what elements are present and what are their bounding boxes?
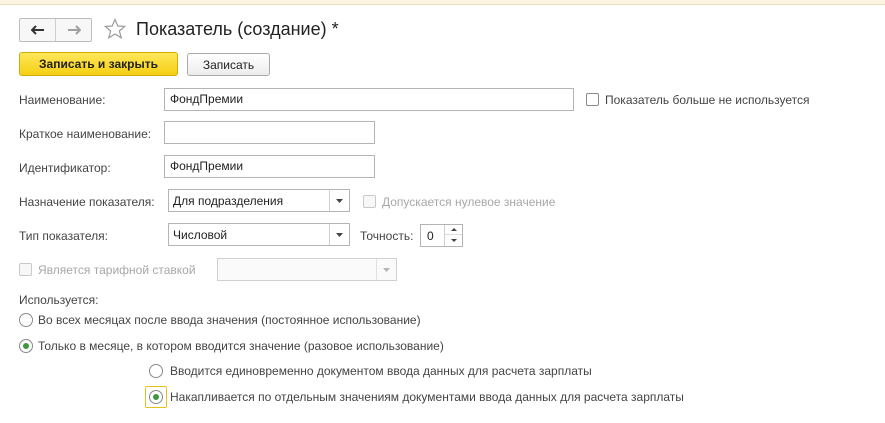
- purpose-dropdown-button[interactable]: [329, 190, 349, 211]
- tariff-dropdown-button[interactable]: [376, 259, 396, 280]
- precision-value: 0: [427, 229, 434, 243]
- precision-spinner[interactable]: 0: [420, 224, 463, 247]
- usage-permanent-radio[interactable]: [19, 313, 33, 327]
- save-close-button[interactable]: Записать и закрыть: [19, 52, 178, 76]
- identifier-field[interactable]: ФондПремии: [164, 155, 375, 178]
- sub-usage-accumulated-radio[interactable]: [149, 390, 163, 404]
- chevron-down-icon: [336, 198, 343, 203]
- type-dropdown-button[interactable]: [329, 224, 349, 245]
- chevron-down-icon: [336, 232, 343, 237]
- favorite-button[interactable]: [103, 17, 127, 43]
- purpose-value: Для подразделения: [173, 194, 284, 208]
- window-top-strip: [0, 0, 885, 5]
- usage-title: Используется:: [19, 293, 99, 307]
- purpose-select[interactable]: Для подразделения: [168, 189, 350, 212]
- save-button[interactable]: Записать: [187, 53, 270, 76]
- type-select[interactable]: Числовой: [168, 223, 350, 246]
- star-outline-icon: [103, 17, 127, 40]
- chevron-down-icon: [383, 267, 390, 272]
- tariff-checkbox[interactable]: [19, 263, 32, 276]
- forward-button[interactable]: [55, 19, 91, 41]
- spin-control: [444, 225, 462, 246]
- purpose-label: Назначение показателя:: [19, 195, 155, 209]
- precision-label: Точность:: [360, 229, 414, 243]
- radio-selected-dot: [153, 394, 159, 400]
- spin-down-icon: [450, 238, 457, 242]
- arrow-left-icon: [30, 25, 44, 35]
- type-value: Числовой: [173, 228, 228, 242]
- not-used-label: Показатель больше не используется: [605, 93, 810, 107]
- usage-once-label: Только в месяце, в котором вводится знач…: [38, 339, 444, 353]
- radio-selected-dot: [23, 343, 29, 349]
- back-button[interactable]: [20, 19, 55, 41]
- short-name-field[interactable]: [164, 121, 375, 144]
- name-field[interactable]: ФондПремии: [164, 88, 574, 111]
- window-title: Показатель (создание) *: [136, 19, 339, 39]
- short-name-label: Краткое наименование:: [19, 127, 152, 141]
- sub-usage-accumulated-label: Накапливается по отдельным значениям док…: [170, 390, 684, 404]
- identifier-label: Идентификатор:: [19, 161, 111, 175]
- spin-up-button[interactable]: [445, 225, 462, 235]
- tariff-select[interactable]: [217, 258, 397, 281]
- not-used-checkbox[interactable]: [586, 93, 599, 106]
- zero-allowed-label: Допускается нулевое значение: [382, 195, 556, 209]
- usage-permanent-label: Во всех месяцах после ввода значения (по…: [38, 313, 421, 327]
- tariff-label: Является тарифной ставкой: [38, 263, 196, 277]
- nav-buttons: [19, 18, 92, 42]
- arrow-right-icon: [67, 25, 81, 35]
- zero-allowed-checkbox[interactable]: [363, 195, 376, 208]
- spin-up-icon: [450, 228, 457, 231]
- type-label: Тип показателя:: [19, 229, 108, 243]
- sub-usage-single-label: Вводится единовременно документом ввода …: [170, 364, 592, 378]
- name-label: Наименование:: [19, 93, 106, 107]
- spin-down-button[interactable]: [445, 235, 462, 245]
- sub-usage-single-radio[interactable]: [149, 364, 163, 378]
- usage-once-radio[interactable]: [19, 339, 33, 353]
